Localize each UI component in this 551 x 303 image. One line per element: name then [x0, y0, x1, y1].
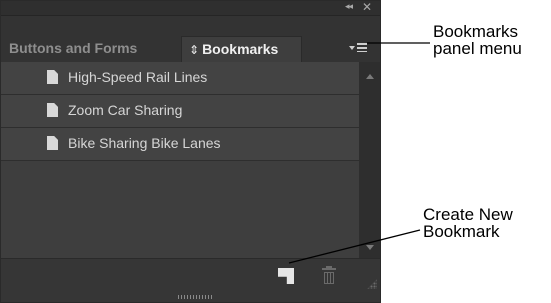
resize-grip-icon[interactable] [367, 279, 377, 289]
callout-line-1: Create New [423, 205, 513, 224]
bookmark-label: High-Speed Rail Lines [68, 69, 208, 85]
menu-lines-icon [357, 43, 367, 52]
bookmarks-panel: ◂◂ ✕ Buttons and Forms ⇕ Bookmarks High-S… [0, 0, 381, 303]
callout-line-2: Bookmark [423, 222, 500, 241]
page-icon [47, 70, 58, 84]
panel-menu-callout: Bookmarks panel menu [433, 23, 522, 57]
new-bookmark-icon [278, 268, 294, 284]
page-icon [47, 103, 58, 117]
create-new-bookmark-callout: Create New Bookmark [423, 206, 513, 240]
tab-bar: Buttons and Forms ⇕ Bookmarks [1, 16, 380, 62]
panel-drag-handle[interactable] [178, 295, 212, 299]
list-item[interactable]: Bike Sharing Bike Lanes [1, 128, 359, 161]
create-new-bookmark-button[interactable] [278, 268, 294, 284]
trash-icon-lid [322, 268, 336, 270]
panel-footer [1, 258, 380, 302]
callout-line-1: Bookmarks [433, 22, 519, 41]
tab-bookmarks[interactable]: ⇕ Bookmarks [181, 36, 302, 62]
trash-icon [324, 272, 334, 284]
tab-label: Buttons and Forms [9, 40, 138, 56]
list-item[interactable]: High-Speed Rail Lines [1, 62, 359, 95]
callout-line-2: panel menu [433, 39, 522, 58]
delete-bookmark-button[interactable] [322, 266, 336, 284]
vertical-scrollbar[interactable] [359, 62, 380, 258]
tab-expand-arrows-icon: ⇕ [189, 43, 200, 57]
bookmark-list: High-Speed Rail Lines Zoom Car Sharing B… [1, 62, 359, 258]
close-panel-icon[interactable]: ✕ [362, 1, 372, 14]
collapse-panel-icon[interactable]: ◂◂ [345, 2, 353, 12]
scroll-up-arrow-icon[interactable] [366, 74, 374, 79]
panel-title-strip: ◂◂ ✕ [1, 1, 380, 16]
tab-label: Bookmarks [202, 41, 279, 57]
tab-buttons-and-forms[interactable]: Buttons and Forms [1, 36, 179, 62]
list-item[interactable]: Zoom Car Sharing [1, 95, 359, 128]
page-icon [47, 136, 58, 150]
panel-menu-button[interactable] [346, 40, 376, 56]
scroll-down-arrow-icon[interactable] [366, 245, 374, 250]
bookmark-label: Bike Sharing Bike Lanes [68, 135, 221, 151]
dropdown-arrow-icon [349, 46, 355, 50]
screenshot-stage: ◂◂ ✕ Buttons and Forms ⇕ Bookmarks High-S… [0, 0, 551, 303]
bookmark-label: Zoom Car Sharing [68, 102, 183, 118]
